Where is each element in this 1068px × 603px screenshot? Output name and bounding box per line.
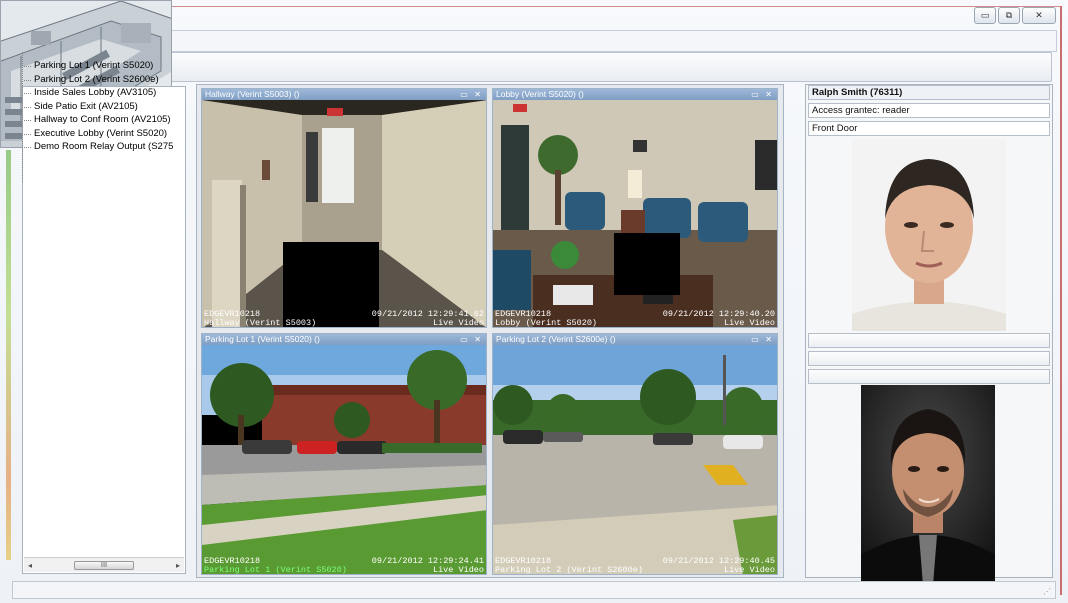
tree-item-camera[interactable]: Parking Lot 1 (Verint S5020) bbox=[24, 59, 174, 73]
video-osd-bottom: Hallway (Verint S5003) Live Video bbox=[204, 318, 484, 328]
window-edge-right bbox=[1060, 6, 1062, 595]
tree-item-camera[interactable]: Executive Lobby (Verint S5020) bbox=[24, 127, 174, 141]
info-field-empty bbox=[808, 333, 1050, 348]
video-tile-parking-lot-2[interactable]: Parking Lot 2 (Verint S2600e) () ▭ ✕ EDG… bbox=[492, 333, 778, 575]
video-tile-lobby[interactable]: Lobby (Verint S5020) () ▭ ✕ EDGEVR10218 … bbox=[492, 88, 778, 328]
video-feed bbox=[202, 100, 486, 327]
badge-photo bbox=[852, 139, 1006, 331]
cardholder-name: Ralph Smith (76311) bbox=[808, 85, 1050, 100]
door-name: Front Door bbox=[808, 121, 1050, 136]
live-snapshot-photo bbox=[861, 385, 995, 585]
restore-button[interactable]: ⧉ bbox=[998, 7, 1020, 24]
tile-title: Parking Lot 2 (Verint S2600e) () ▭ ✕ bbox=[493, 334, 777, 345]
window-controls: ▭ ⧉ ✕ bbox=[974, 7, 1056, 24]
tree-connector bbox=[22, 52, 23, 182]
status-bar: ⋰ bbox=[12, 581, 1056, 599]
tile-title: Parking Lot 1 (Verint S5020) () ▭ ✕ bbox=[202, 334, 486, 345]
scroll-right-icon[interactable]: ▸ bbox=[176, 561, 180, 570]
resize-grip-icon[interactable]: ⋰ bbox=[1043, 587, 1051, 596]
tree-item-camera[interactable]: Side Patio Exit (AV2105) bbox=[24, 100, 174, 114]
video-tile-hallway[interactable]: Hallway (Verint S5003) () ▭ ✕ EDGEVR10218… bbox=[201, 88, 487, 328]
info-field-empty bbox=[808, 369, 1050, 384]
video-tile-parking-lot-1[interactable]: Parking Lot 1 (Verint S5020) () ▭ ✕ EDGE… bbox=[201, 333, 487, 575]
video-osd-bottom: Lobby (Verint S5020) Live Video bbox=[495, 318, 775, 328]
camera-tree: Parking Lot 1 (Verint S5020) Parking Lot… bbox=[24, 59, 174, 154]
video-osd-bottom: Parking Lot 2 (Verint S2600e) Live Video bbox=[495, 565, 775, 575]
tree-item-camera[interactable]: Hallway to Conf Room (AV2105) bbox=[24, 113, 174, 127]
camera-tree-panel[interactable]: ◂ III ▸ bbox=[22, 86, 186, 574]
video-feed bbox=[493, 345, 777, 574]
scroll-left-icon[interactable]: ◂ bbox=[28, 561, 32, 570]
access-event-panel: Ralph Smith (76311) Access grantec: read… bbox=[805, 84, 1053, 585]
tile-buttons[interactable]: ▭ ✕ bbox=[751, 89, 774, 100]
info-field-empty bbox=[808, 351, 1050, 366]
tile-buttons[interactable]: ▭ ✕ bbox=[460, 89, 483, 100]
tree-item-camera[interactable]: Parking Lot 2 (Verint S2600e) bbox=[24, 73, 174, 87]
toolbar bbox=[160, 52, 1052, 82]
app-window: ▭ ⧉ ✕ ◂ III ▸ Parking Lot 1 (Verint S502… bbox=[0, 0, 1068, 603]
tree-horizontal-scrollbar[interactable]: ◂ III ▸ bbox=[24, 557, 184, 572]
minimize-button[interactable]: ▭ bbox=[974, 7, 996, 24]
status-stripe bbox=[6, 150, 11, 560]
video-feed bbox=[202, 345, 486, 574]
tile-buttons[interactable]: ▭ ✕ bbox=[460, 334, 483, 345]
window-edge bbox=[170, 6, 1062, 7]
video-osd-bottom: Parking Lot 1 (Verint S5020) Live Video bbox=[204, 565, 484, 575]
tile-buttons[interactable]: ▭ ✕ bbox=[751, 334, 774, 345]
tile-title: Lobby (Verint S5020) () ▭ ✕ bbox=[493, 89, 777, 100]
scroll-thumb[interactable]: III bbox=[74, 560, 134, 570]
tree-item-camera[interactable]: Inside Sales Lobby (AV3105) bbox=[24, 86, 174, 100]
access-status: Access grantec: reader bbox=[808, 103, 1050, 118]
tree-item-relay[interactable]: Demo Room Relay Output (S275 bbox=[24, 140, 174, 154]
tile-title: Hallway (Verint S5003) () ▭ ✕ bbox=[202, 89, 486, 100]
video-feed bbox=[493, 100, 777, 327]
redaction-box bbox=[614, 233, 680, 295]
close-button[interactable]: ✕ bbox=[1022, 7, 1056, 24]
